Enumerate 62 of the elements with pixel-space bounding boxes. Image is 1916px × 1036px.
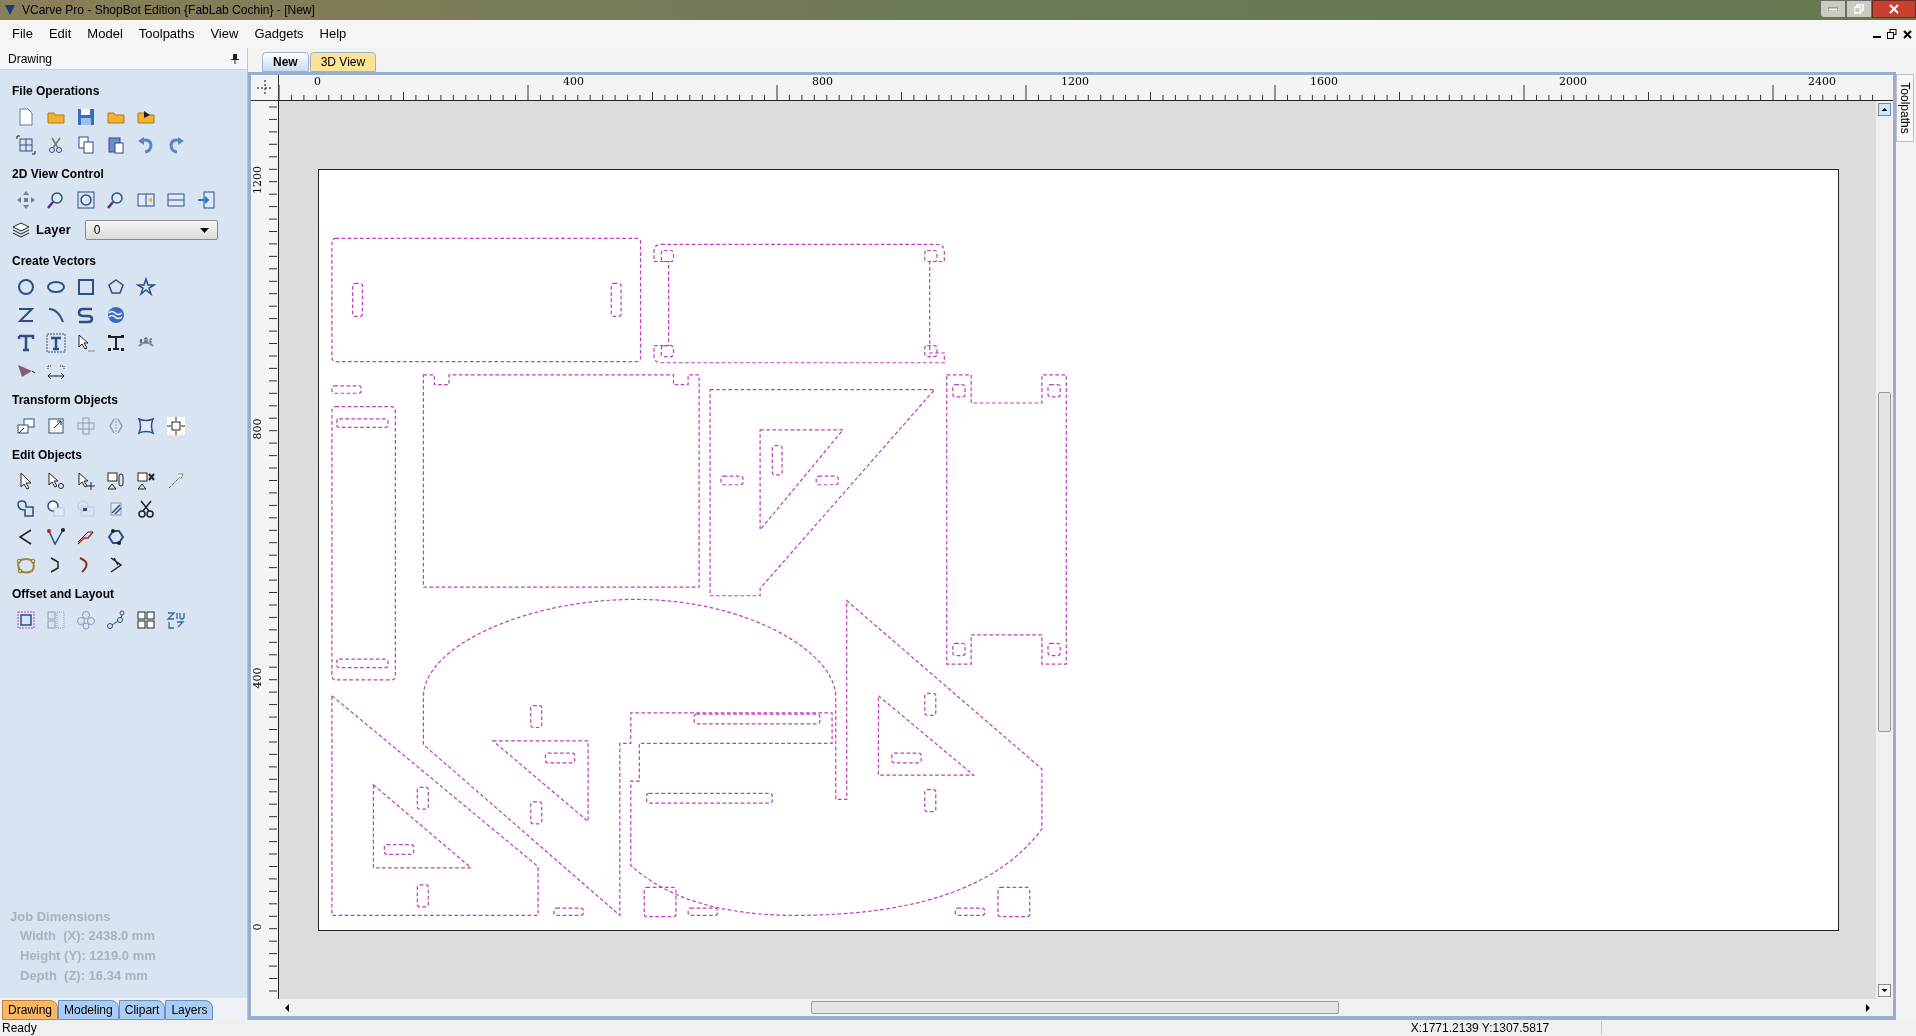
ruler-label: 2000 [1559,76,1587,88]
document-tab[interactable]: 3D View [309,52,377,72]
ruler-label: 400 [563,76,584,88]
app-logo-icon [4,4,16,16]
status-message: Ready [1,1020,37,1036]
cursor-coordinates: X:1771.2139 Y:1307.5817 [1410,1020,1550,1036]
panel-title: Drawing [8,50,52,68]
menu-item[interactable]: Gadgets [246,23,312,45]
crosshair-icon [256,79,273,96]
section-title: File Operations [12,83,101,100]
menu-item[interactable]: Edit [40,23,80,45]
ruler-label: 0 [252,922,264,933]
menu-item[interactable]: File [4,23,41,45]
section-title: Transform Objects [12,392,120,409]
menu-item[interactable]: View [202,23,247,45]
scroll-left-icon[interactable] [283,1002,291,1013]
scrollbar-thumb[interactable] [1878,392,1891,732]
ruler-corner[interactable] [251,75,279,101]
panel-tab[interactable]: Modeling [58,1000,119,1020]
frame-icon[interactable] [13,132,38,158]
restore-icon[interactable] [1887,29,1897,39]
minimize-icon [1828,7,1838,11]
ruler-label: 0 [314,76,321,88]
document-tab[interactable]: New [262,52,309,72]
ruler-label: 400 [252,666,264,691]
letter-frame-icon[interactable] [43,330,68,356]
dropdown-arrow-icon [199,227,209,233]
panel-tab[interactable]: Layers [165,1000,214,1020]
panel-tab[interactable]: Clipart [118,1000,166,1020]
pin-icon[interactable] [231,53,239,64]
horizontal-scrollbar[interactable] [279,999,1876,1016]
layer-dropdown[interactable]: 0 [84,220,218,240]
ruler-label: 800 [252,417,264,442]
close-icon[interactable] [1903,29,1912,39]
restore-icon [1854,4,1864,14]
scroll-down-icon[interactable] [1878,984,1891,997]
close-icon [1889,4,1899,14]
layers-icon [12,221,30,239]
ruler-label: 800 [812,76,833,88]
close-button[interactable] [1872,0,1916,18]
panel-tab[interactable]: Drawing [2,1000,58,1020]
ruler-label: 1200 [1061,76,1089,88]
scrollbar-thumb[interactable] [811,1001,1339,1014]
layer-label: Layer [36,221,71,240]
ruler-label: 1200 [252,165,264,195]
section-title: Edit Objects [12,447,83,464]
section-title: 2D View Control [12,166,105,183]
menu-item[interactable]: Model [79,23,131,45]
maximize-button[interactable] [1846,0,1872,18]
menu-item[interactable]: Toolpaths [130,23,203,45]
section-title: Offset and Layout [12,586,115,603]
toolpaths-side-tab[interactable]: Toolpaths [1896,74,1914,142]
scroll-right-icon[interactable] [1864,1002,1872,1013]
window-title: VCarve Pro - ShopBot Edition {FabLab Cochin} - [New] [22,2,315,19]
scrollbar-corner [1876,999,1893,1016]
section-title: Create Vectors [12,253,98,270]
minimize-button[interactable] [1820,0,1846,18]
menu-item[interactable]: Help [311,23,355,45]
ruler-label: 2400 [1808,76,1836,88]
ruler-label: 1600 [1310,76,1338,88]
scroll-up-icon[interactable] [1878,103,1891,116]
vertical-scrollbar[interactable] [1876,101,1893,999]
